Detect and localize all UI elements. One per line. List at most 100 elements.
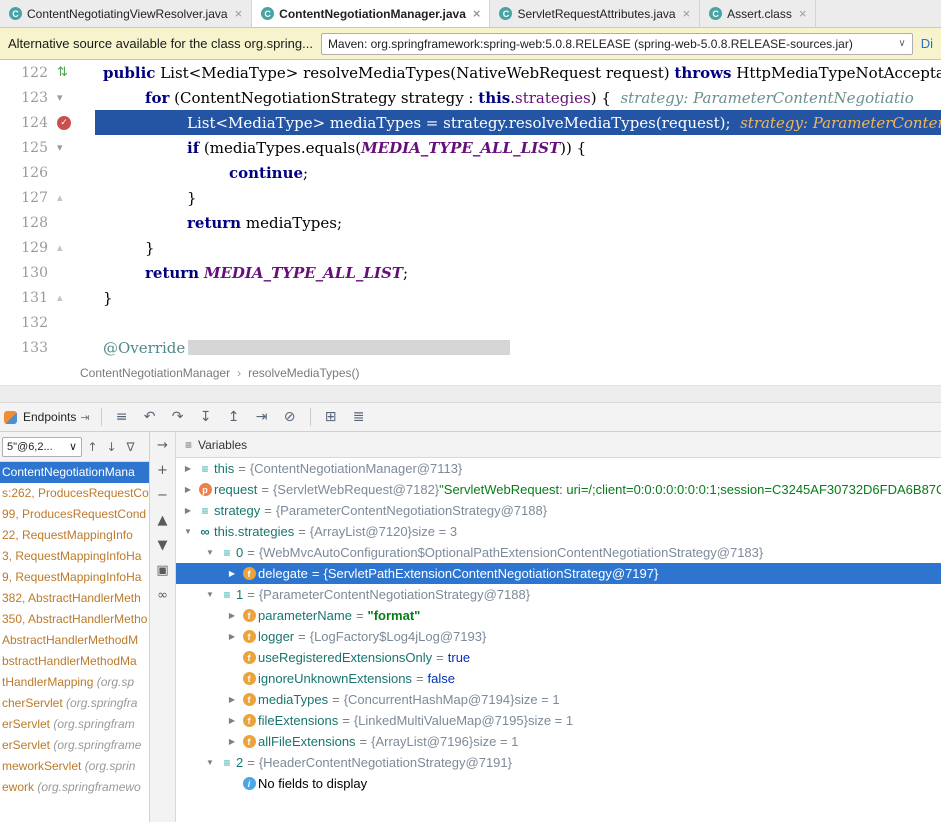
variable-row[interactable]: ▶fdelegate={ServletPathExtensionContentN… xyxy=(176,563,941,584)
view-options-icon[interactable]: ≡ xyxy=(109,406,135,428)
add-watch-icon[interactable]: + xyxy=(154,461,172,479)
thread-selector-dropdown[interactable]: 5"@6,2... ∨ xyxy=(2,437,82,457)
breakpoint-icon[interactable]: ✓ xyxy=(57,116,71,130)
variable-name: delegate xyxy=(258,566,308,581)
editor-tab[interactable]: CAssert.class× xyxy=(700,0,816,27)
breadcrumb-class[interactable]: ContentNegotiationManager xyxy=(80,366,230,380)
stack-frame-item[interactable]: ContentNegotiationMana xyxy=(0,462,149,483)
step-out-icon[interactable]: ↥ xyxy=(221,406,247,428)
source-jar-dropdown[interactable]: Maven: org.springframework:spring-web:5.… xyxy=(321,33,913,55)
stack-frame-item[interactable]: 9, RequestMappingInfoHa xyxy=(0,567,149,588)
stack-frame-item[interactable]: erServlet (org.springfram xyxy=(0,714,149,735)
tab-close-icon[interactable]: × xyxy=(473,6,481,21)
collapse-arrow-icon[interactable]: ▶ xyxy=(180,485,196,494)
stack-frame-item[interactable]: 350, AbstractHandlerMetho xyxy=(0,609,149,630)
stack-frame-item[interactable]: tHandlerMapping (org.sp xyxy=(0,672,149,693)
variable-row[interactable]: ▶fallFileExtensions={ArrayList@7196} siz… xyxy=(176,731,941,752)
stack-frame-item[interactable]: 99, ProducesRequestCond xyxy=(0,504,149,525)
collapse-arrow-icon[interactable]: ▶ xyxy=(224,569,240,578)
expand-arrow-icon[interactable]: ▼ xyxy=(202,548,218,557)
tab-close-icon[interactable]: × xyxy=(235,6,243,21)
stack-frame-item[interactable]: erServlet (org.springframe xyxy=(0,735,149,756)
variable-row[interactable]: ▼≡1={ParameterContentNegotiationStrategy… xyxy=(176,584,941,605)
variable-name: ignoreUnknownExtensions xyxy=(258,671,412,686)
breadcrumb-method[interactable]: resolveMediaTypes() xyxy=(248,366,359,380)
stack-frame-item[interactable]: s:262, ProducesRequestCo xyxy=(0,483,149,504)
step-into-icon[interactable]: ↧ xyxy=(193,406,219,428)
stack-frame-item[interactable]: 22, RequestMappingInfo xyxy=(0,525,149,546)
breadcrumb: ContentNegotiationManager › resolveMedia… xyxy=(0,360,941,386)
collapse-arrow-icon[interactable]: ▶ xyxy=(224,611,240,620)
variable-row[interactable]: ▶flogger={LogFactory$Log4jLog@7193} xyxy=(176,626,941,647)
editor-tab[interactable]: CServletRequestAttributes.java× xyxy=(490,0,700,27)
frame-up-icon[interactable]: ↑ xyxy=(84,437,101,457)
editor-tab[interactable]: CContentNegotiationManager.java× xyxy=(252,0,490,27)
frame-down-icon[interactable]: ↓ xyxy=(103,437,120,457)
filter-icon[interactable]: ∇ xyxy=(122,437,139,457)
collapse-arrow-icon[interactable]: ▶ xyxy=(180,464,196,473)
stack-frame-item[interactable]: ework (org.springframewo xyxy=(0,777,149,798)
line-number: 128 xyxy=(0,215,48,231)
expand-arrow-icon[interactable]: ▼ xyxy=(202,590,218,599)
run-to-cursor-icon[interactable]: ⇥ xyxy=(249,406,275,428)
step-over-icon[interactable]: ↷ xyxy=(165,406,191,428)
tab-close-icon[interactable]: × xyxy=(683,6,691,21)
frame-package: (org.springframewo xyxy=(37,780,140,794)
variable-row[interactable]: fuseRegisteredExtensionsOnly=true xyxy=(176,647,941,668)
variable-row[interactable]: ▶fmediaTypes={ConcurrentHashMap@7194} si… xyxy=(176,689,941,710)
stack-frame-item[interactable]: meworkServlet (org.sprin xyxy=(0,756,149,777)
collapse-arrow-icon[interactable]: ▶ xyxy=(224,737,240,746)
fold-up-icon[interactable]: ▴ xyxy=(57,191,63,204)
variable-row[interactable]: ▶prequest={ServletWebRequest@7182} "Serv… xyxy=(176,479,941,500)
variable-value: {ServletWebRequest@7182} xyxy=(273,482,439,497)
pin-icon[interactable]: → xyxy=(154,436,172,454)
editor-tab[interactable]: CContentNegotiatingViewResolver.java× xyxy=(0,0,252,27)
variable-row[interactable]: ▼≡0={WebMvcAutoConfiguration$OptionalPat… xyxy=(176,542,941,563)
variable-row[interactable]: ▶ffileExtensions={LinkedMultiValueMap@71… xyxy=(176,710,941,731)
tab-close-icon[interactable]: × xyxy=(799,6,807,21)
expand-arrow-icon[interactable]: ▼ xyxy=(180,527,196,536)
variable-row[interactable]: fignoreUnknownExtensions=false xyxy=(176,668,941,689)
stack-frame-item[interactable]: AbstractHandlerMethodM xyxy=(0,630,149,651)
variables-menu-icon[interactable]: ≡ xyxy=(185,438,192,452)
collapse-arrow-icon[interactable]: ▶ xyxy=(224,632,240,641)
code-segment: throws xyxy=(674,64,731,82)
expand-arrow-icon[interactable]: ▼ xyxy=(202,758,218,767)
variable-row[interactable]: ▼∞this.strategies={ArrayList@7120} size … xyxy=(176,521,941,542)
fold-up-icon[interactable]: ▴ xyxy=(57,241,63,254)
endpoints-tab[interactable]: Endpoints xyxy=(23,410,76,424)
stack-frame-item[interactable]: bstractHandlerMethodMa xyxy=(0,651,149,672)
fold-up-icon[interactable]: ▴ xyxy=(57,291,63,304)
code-editor[interactable]: 122⇅public List<MediaType> resolveMediaT… xyxy=(0,60,941,360)
variable-row[interactable]: ▼≡2={HeaderContentNegotiationStrategy@71… xyxy=(176,752,941,773)
frame-location: meworkServlet xyxy=(2,759,85,773)
field-icon: f xyxy=(243,630,256,643)
stack-frame-item[interactable]: 382, AbstractHandlerMeth xyxy=(0,588,149,609)
variable-row[interactable]: ▶fparameterName="format" xyxy=(176,605,941,626)
view-as-table-icon[interactable]: ⊞ xyxy=(318,406,344,428)
layout-icon[interactable]: ≣ xyxy=(346,406,372,428)
scroll-down-icon[interactable]: ▼ xyxy=(154,536,172,554)
parameter-icon: p xyxy=(199,483,212,496)
collapse-arrow-icon[interactable]: ▶ xyxy=(224,695,240,704)
mute-breakpoints-icon[interactable]: ⊘ xyxy=(277,406,303,428)
override-marker-icon[interactable]: ⇅ xyxy=(57,65,68,80)
rerun-icon[interactable]: ↶ xyxy=(137,406,163,428)
stack-frame-item[interactable]: cherServlet (org.springfra xyxy=(0,693,149,714)
variable-row[interactable]: iNo fields to display xyxy=(176,773,941,794)
fold-down-icon[interactable]: ▾ xyxy=(57,91,63,104)
fold-down-icon[interactable]: ▾ xyxy=(57,141,63,154)
collapse-arrow-icon[interactable]: ▶ xyxy=(224,716,240,725)
stack-frame-item[interactable]: 3, RequestMappingInfoHa xyxy=(0,546,149,567)
watches-icon[interactable]: ∞ xyxy=(154,586,172,604)
remove-watch-icon[interactable]: − xyxy=(154,486,172,504)
collapse-arrow-icon[interactable]: ▶ xyxy=(180,506,196,515)
copy-icon[interactable]: ▣ xyxy=(154,561,172,579)
scroll-up-icon[interactable]: ▲ xyxy=(154,511,172,529)
code-text: } xyxy=(95,285,941,310)
code-segment: MEDIA_TYPE_ALL_LIST xyxy=(204,264,403,282)
code-text: return mediaTypes; xyxy=(95,210,941,235)
variable-row[interactable]: ▶≡strategy={ParameterContentNegotiationS… xyxy=(176,500,941,521)
variable-row[interactable]: ▶≡this={ContentNegotiationManager@7113} xyxy=(176,458,941,479)
disable-link[interactable]: Di xyxy=(921,36,933,51)
